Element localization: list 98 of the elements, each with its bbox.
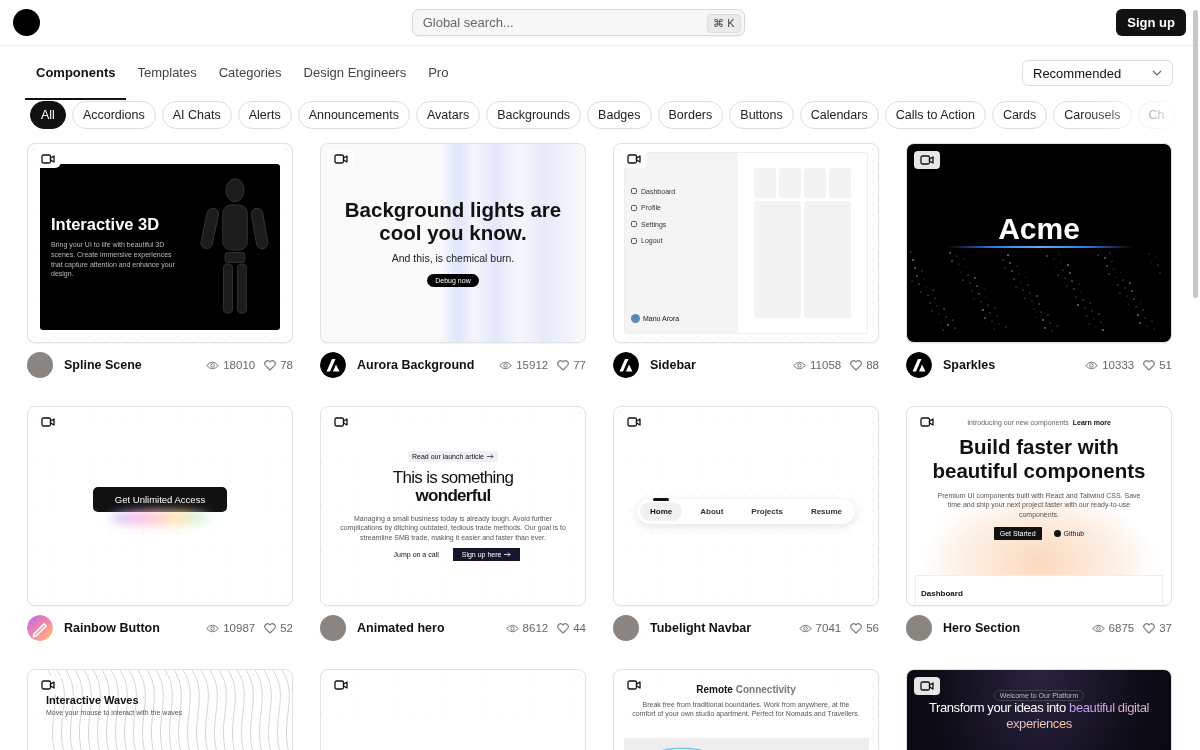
tab[interactable]: Templates bbox=[126, 46, 208, 100]
preview-text: And this, is chemical burn. bbox=[391, 252, 515, 265]
menu-icon bbox=[631, 237, 637, 244]
like-count: 51 bbox=[1159, 359, 1172, 371]
like-count: 78 bbox=[280, 359, 293, 371]
preview-title: Interactive 3D bbox=[51, 214, 161, 234]
category-chip[interactable]: AI Chats bbox=[161, 101, 232, 129]
component-name[interactable]: Sidebar bbox=[650, 358, 785, 372]
eye-icon bbox=[499, 360, 513, 370]
eye-icon bbox=[1091, 623, 1105, 633]
component-name[interactable]: Sparkles bbox=[943, 358, 1077, 372]
preview-title: Acme bbox=[997, 212, 1081, 246]
component-name[interactable]: Animated hero bbox=[357, 621, 497, 635]
category-chip[interactable]: Calendars bbox=[799, 101, 879, 129]
nav-item[interactable]: About bbox=[690, 501, 734, 521]
like-count: 44 bbox=[573, 622, 586, 634]
category-chip[interactable]: Alerts bbox=[237, 101, 292, 129]
category-chip[interactable]: Badges bbox=[587, 101, 652, 129]
view-count: 18010 bbox=[223, 359, 256, 371]
shortcut-badge: ⌘ K bbox=[707, 14, 741, 33]
heart-icon bbox=[1143, 359, 1156, 371]
nav-item[interactable]: Home bbox=[640, 501, 683, 521]
scrollbar[interactable] bbox=[1193, 10, 1198, 298]
view-count: 15912 bbox=[516, 359, 549, 371]
preview-title: Remote Connectivity bbox=[696, 684, 796, 695]
like-count: 56 bbox=[866, 622, 879, 634]
menu-icon bbox=[631, 221, 637, 228]
category-chip[interactable]: Backgrounds bbox=[486, 101, 582, 129]
heart-icon bbox=[264, 622, 277, 634]
preview-title: Interactive Waves bbox=[46, 694, 139, 706]
preview-title: Transform your ideas into beautiful digital experiences bbox=[927, 700, 1151, 732]
eye-icon bbox=[505, 623, 519, 633]
preview-title: Build faster with beautiful components bbox=[931, 435, 1147, 483]
logo-icon bbox=[613, 352, 639, 378]
preview-button[interactable]: Get Unlimited Access bbox=[93, 486, 227, 512]
view-count: 7041 bbox=[815, 622, 842, 634]
logo-icon bbox=[906, 352, 932, 378]
like-count: 77 bbox=[573, 359, 586, 371]
eye-icon bbox=[1085, 360, 1099, 370]
arrow-right-icon bbox=[504, 552, 512, 558]
preview-title: wonderful bbox=[415, 487, 491, 507]
preview-title: Background lights are cool you know. bbox=[343, 198, 563, 245]
view-count: 10987 bbox=[223, 622, 256, 634]
preview-title: Dashboard bbox=[921, 589, 964, 598]
view-count: 11058 bbox=[810, 359, 842, 371]
category-chip[interactable]: Cards bbox=[991, 101, 1048, 129]
category-chip[interactable]: Buttons bbox=[729, 101, 794, 129]
avatar bbox=[613, 615, 639, 641]
sort-dropdown[interactable]: Recommended bbox=[1022, 60, 1173, 86]
heart-icon bbox=[557, 359, 570, 371]
tab[interactable]: Pro bbox=[417, 46, 460, 100]
heart-icon bbox=[557, 622, 570, 634]
component-name[interactable]: Rainbow Button bbox=[64, 621, 198, 635]
eye-icon bbox=[206, 360, 220, 370]
category-chip[interactable]: Announcements bbox=[297, 101, 410, 129]
menu-icon bbox=[631, 188, 637, 195]
component-name[interactable]: Spline Scene bbox=[64, 358, 198, 372]
video-camera-icon bbox=[914, 677, 940, 695]
category-chip[interactable]: Carousels bbox=[1053, 101, 1132, 129]
like-count: 52 bbox=[280, 622, 293, 634]
like-count: 37 bbox=[1159, 622, 1172, 634]
tab[interactable]: Categories bbox=[207, 46, 293, 100]
preview-title: This is something bbox=[392, 468, 514, 488]
heart-icon bbox=[1143, 622, 1156, 634]
avatar bbox=[320, 615, 346, 641]
view-count: 10333 bbox=[1102, 359, 1135, 371]
category-chip[interactable]: Accordions bbox=[71, 101, 156, 129]
nav-item[interactable]: Resume bbox=[800, 501, 852, 521]
component-name[interactable]: Tubelight Navbar bbox=[650, 621, 790, 635]
component-name[interactable]: Aurora Background bbox=[357, 358, 491, 372]
category-chip[interactable]: Calls to Action bbox=[884, 101, 986, 129]
tab[interactable]: Design Engineers bbox=[292, 46, 418, 100]
avatar bbox=[906, 615, 932, 641]
heart-icon bbox=[850, 359, 863, 371]
view-count: 6875 bbox=[1108, 622, 1135, 634]
eye-icon bbox=[793, 360, 807, 370]
like-count: 88 bbox=[866, 359, 879, 371]
category-chip[interactable]: All bbox=[30, 101, 66, 129]
arrow-right-icon bbox=[487, 453, 494, 459]
heart-icon bbox=[850, 622, 863, 634]
eye-icon bbox=[798, 623, 812, 633]
sign-up-button[interactable]: Sign up bbox=[1116, 9, 1186, 36]
view-count: 8612 bbox=[522, 622, 549, 634]
chevron-down-icon bbox=[1152, 70, 1162, 76]
component-name[interactable]: Hero Section bbox=[943, 621, 1083, 635]
logo[interactable] bbox=[13, 9, 40, 36]
menu-icon bbox=[631, 204, 637, 211]
eye-icon bbox=[206, 623, 220, 633]
category-chip[interactable]: Avatars bbox=[416, 101, 481, 129]
heart-icon bbox=[264, 359, 277, 371]
video-camera-icon bbox=[914, 151, 940, 169]
nav-item[interactable]: Projects bbox=[741, 501, 793, 521]
video-camera-icon bbox=[328, 150, 354, 168]
pen-icon bbox=[27, 615, 53, 641]
avatar bbox=[631, 314, 640, 323]
category-chip[interactable]: Borders bbox=[657, 101, 724, 129]
logo-icon bbox=[320, 352, 346, 378]
avatar bbox=[27, 352, 53, 378]
